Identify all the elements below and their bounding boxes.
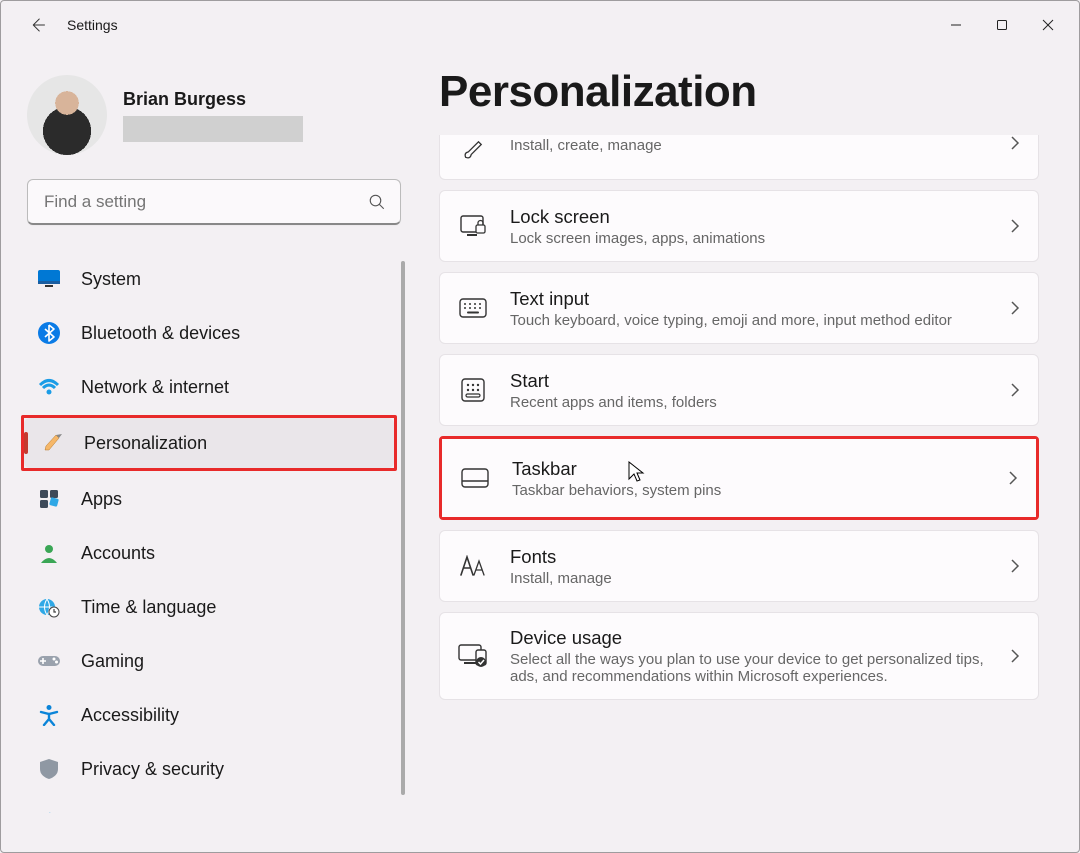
card-text-input[interactable]: Text input Touch keyboard, voice typing,…: [439, 272, 1039, 344]
close-button[interactable]: [1025, 9, 1071, 41]
chevron-right-icon: [1010, 135, 1020, 151]
avatar: [27, 75, 107, 155]
sidebar-item-label: Network & internet: [81, 377, 229, 398]
person-icon: [37, 541, 61, 565]
sidebar-item-accessibility[interactable]: Accessibility: [21, 689, 391, 741]
sidebar-item-bluetooth[interactable]: Bluetooth & devices: [21, 307, 391, 359]
sidebar-item-personalization[interactable]: Personalization: [24, 418, 394, 468]
sidebar-item-label: Accounts: [81, 543, 155, 564]
card-sub: Install, create, manage: [510, 137, 1010, 154]
sidebar-item-label: Personalization: [84, 433, 207, 454]
card-taskbar[interactable]: Taskbar Taskbar behaviors, system pins: [442, 439, 1036, 517]
card-title: Taskbar: [512, 458, 1008, 480]
update-icon: [37, 811, 61, 813]
fonts-icon: [458, 551, 488, 581]
card-sub: Recent apps and items, folders: [510, 394, 1010, 411]
card-title: Fonts: [510, 546, 1010, 568]
close-icon: [1042, 19, 1054, 31]
card-title: Text input: [510, 288, 990, 310]
card-sub: Lock screen images, apps, animations: [510, 230, 1010, 247]
apps-icon: [37, 487, 61, 511]
brush-icon: [458, 135, 488, 165]
card-sub: Touch keyboard, voice typing, emoji and …: [510, 312, 990, 329]
maximize-button[interactable]: [979, 9, 1025, 41]
nav-list: System Bluetooth & devices Network & int…: [21, 253, 411, 813]
profile-block[interactable]: Brian Burgess: [27, 75, 401, 155]
profile-email-placeholder: [123, 116, 303, 142]
sidebar: Brian Burgess System: [1, 49, 411, 852]
sidebar-item-gaming[interactable]: Gaming: [21, 635, 391, 687]
search-input-wrap[interactable]: [27, 179, 401, 225]
chevron-right-icon: [1010, 648, 1020, 664]
sidebar-item-label: Accessibility: [81, 705, 179, 726]
sidebar-item-label: System: [81, 269, 141, 290]
main-content: Personalization Install, create, manage: [411, 49, 1079, 852]
profile-name: Brian Burgess: [123, 89, 303, 110]
back-button[interactable]: [17, 5, 57, 45]
sidebar-item-label: Bluetooth & devices: [81, 323, 240, 344]
shield-icon: [37, 757, 61, 781]
keyboard-icon: [458, 293, 488, 323]
maximize-icon: [996, 19, 1008, 31]
sidebar-item-label: Time & language: [81, 597, 216, 618]
window-controls: [933, 9, 1071, 41]
gamepad-icon: [37, 649, 61, 673]
card-themes[interactable]: Install, create, manage: [439, 135, 1039, 180]
card-sub: Select all the ways you plan to use your…: [510, 651, 990, 685]
sidebar-item-update[interactable]: Windows Update: [21, 797, 391, 813]
highlight-sidebar-personalization: Personalization: [21, 415, 397, 471]
sidebar-item-label: Apps: [81, 489, 122, 510]
search-icon: [368, 193, 386, 211]
sidebar-item-apps[interactable]: Apps: [21, 473, 391, 525]
chevron-right-icon: [1010, 300, 1020, 316]
nav-scrollbar[interactable]: [401, 261, 405, 795]
minimize-button[interactable]: [933, 9, 979, 41]
wifi-icon: [37, 375, 61, 399]
paintbrush-icon: [40, 431, 64, 455]
sidebar-item-time[interactable]: Time & language: [21, 581, 391, 633]
app-title: Settings: [67, 17, 118, 33]
card-start[interactable]: Start Recent apps and items, folders: [439, 354, 1039, 426]
minimize-icon: [950, 19, 962, 31]
globe-clock-icon: [37, 595, 61, 619]
sidebar-item-network[interactable]: Network & internet: [21, 361, 391, 413]
taskbar-icon: [460, 463, 490, 493]
card-device-usage[interactable]: Device usage Select all the ways you pla…: [439, 612, 1039, 700]
card-title: Start: [510, 370, 1010, 392]
highlight-card-taskbar: Taskbar Taskbar behaviors, system pins: [439, 436, 1039, 520]
card-fonts[interactable]: Fonts Install, manage: [439, 530, 1039, 602]
sidebar-item-system[interactable]: System: [21, 253, 391, 305]
lock-monitor-icon: [458, 211, 488, 241]
accessibility-icon: [37, 703, 61, 727]
card-sub: Taskbar behaviors, system pins: [512, 482, 1008, 499]
sidebar-item-accounts[interactable]: Accounts: [21, 527, 391, 579]
chevron-right-icon: [1010, 382, 1020, 398]
arrow-left-icon: [28, 16, 46, 34]
sidebar-item-privacy[interactable]: Privacy & security: [21, 743, 391, 795]
start-grid-icon: [458, 375, 488, 405]
card-title: Lock screen: [510, 206, 1010, 228]
monitor-icon: [37, 267, 61, 291]
sidebar-item-label: Privacy & security: [81, 759, 224, 780]
devices-check-icon: [458, 641, 488, 671]
titlebar: Settings: [1, 1, 1079, 49]
sidebar-item-label: Gaming: [81, 651, 144, 672]
chevron-right-icon: [1008, 470, 1018, 486]
page-title: Personalization: [439, 67, 1039, 117]
sidebar-item-label: Windows Update: [81, 813, 217, 814]
bluetooth-icon: [37, 321, 61, 345]
chevron-right-icon: [1010, 218, 1020, 234]
chevron-right-icon: [1010, 558, 1020, 574]
search-input[interactable]: [42, 191, 368, 213]
card-title: Device usage: [510, 627, 990, 649]
card-lock-screen[interactable]: Lock screen Lock screen images, apps, an…: [439, 190, 1039, 262]
card-sub: Install, manage: [510, 570, 1010, 587]
